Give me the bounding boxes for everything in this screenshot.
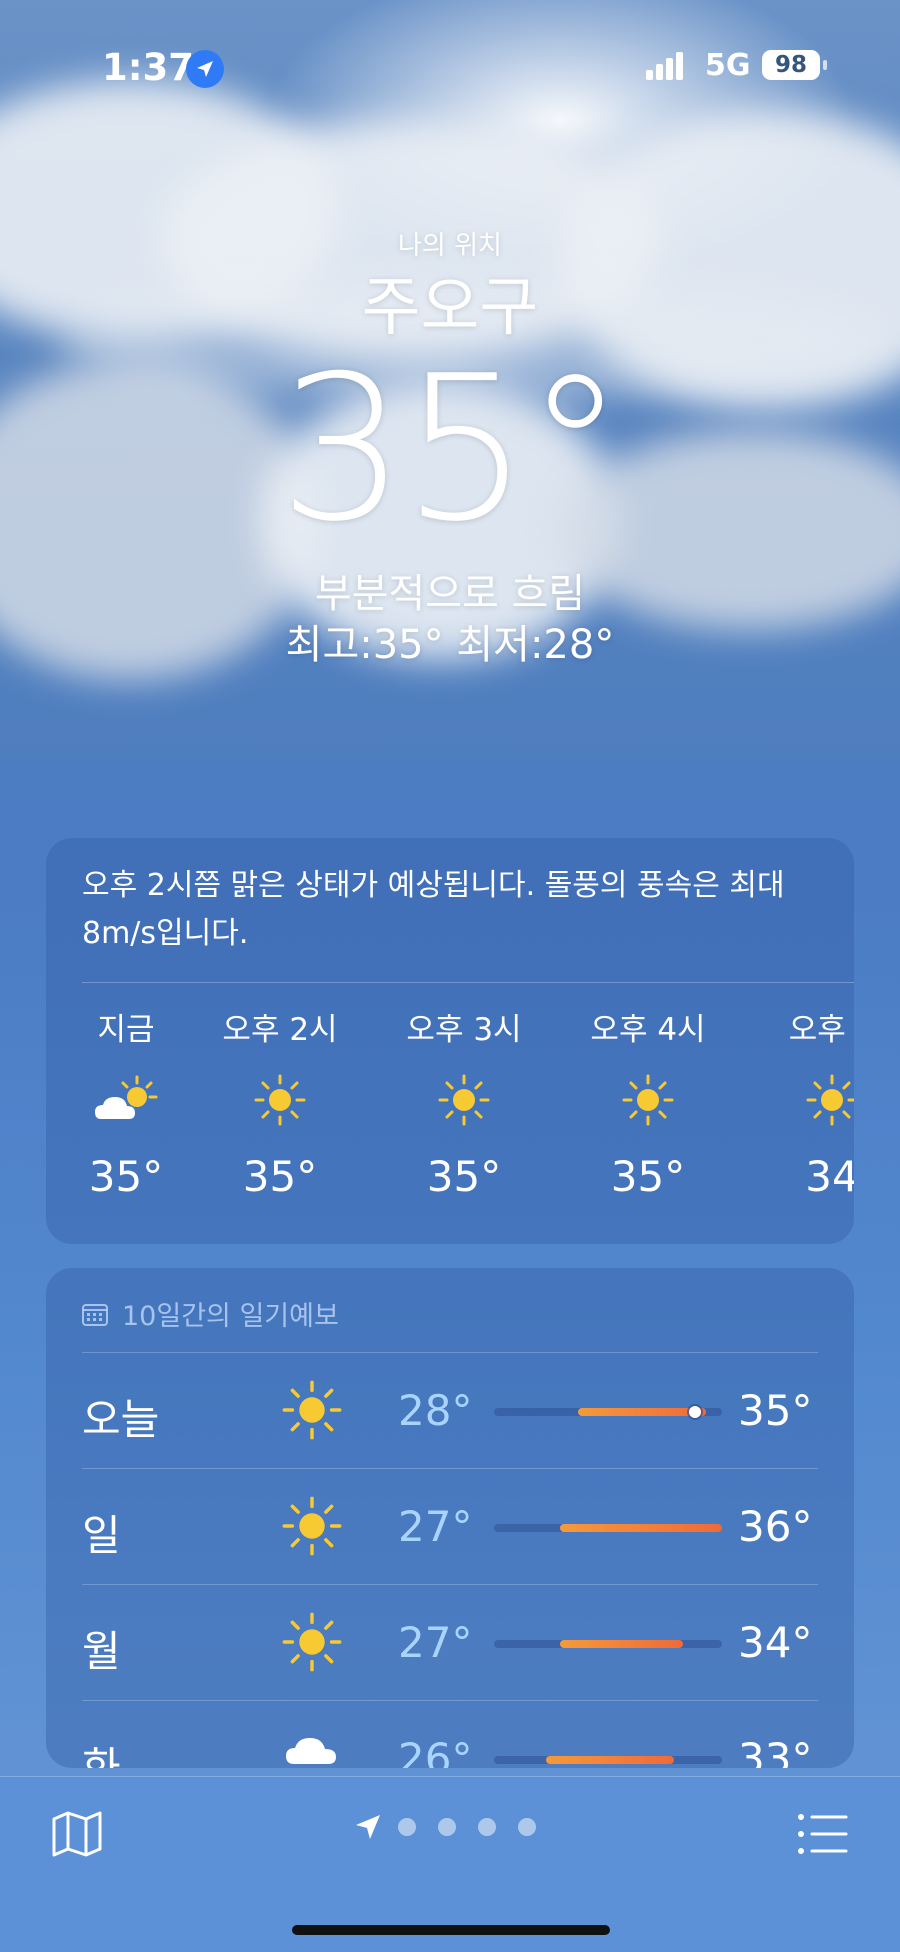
low-temp: 26° xyxy=(398,1734,473,1768)
hour-label: 오후 3시 xyxy=(406,1012,522,1048)
temp-range-bar xyxy=(494,1406,722,1418)
hour-temp: 35° xyxy=(242,1152,318,1201)
forecast-header: 10일간의 일기예보 xyxy=(82,1294,339,1333)
day-label: 오늘 xyxy=(82,1395,160,1444)
ten-day-forecast-card[interactable]: 10일간의 일기예보 오늘 28° 35° 일 27° 36° 월 27° 34… xyxy=(46,1268,854,1768)
temp-range-bar xyxy=(494,1756,722,1764)
bottom-toolbar xyxy=(0,1776,900,1952)
hour-label: 오후 2시 xyxy=(222,1012,338,1048)
sun-icon xyxy=(282,1496,342,1556)
forecast-row[interactable]: 오늘 28° 35° xyxy=(82,1352,818,1468)
hour-temp: 34 xyxy=(805,1152,854,1201)
hour-item[interactable]: 오후 5 34 xyxy=(752,1012,854,1201)
hour-temp: 35° xyxy=(88,1152,164,1201)
list-icon[interactable] xyxy=(796,1809,850,1859)
home-indicator xyxy=(292,1925,610,1935)
sun-icon xyxy=(384,1070,544,1130)
high-low-text: 최고:35° 최저:28° xyxy=(285,622,615,668)
status-bar: 1:37 5G 98 xyxy=(0,46,900,89)
day-label: 일 xyxy=(82,1511,121,1560)
weather-header: 나의 위치 주오구 35° 부분적으로 흐림 최고:35° 최저:28° xyxy=(0,228,900,670)
current-temp-dot xyxy=(688,1406,701,1418)
page-dot[interactable] xyxy=(518,1818,536,1836)
sun-icon xyxy=(752,1070,854,1130)
day-label: 월 xyxy=(82,1627,121,1676)
status-time: 1:37 xyxy=(102,46,195,89)
hour-item[interactable]: 오후 2시 35° xyxy=(200,1012,360,1201)
forecast-row[interactable]: 일 27° 36° xyxy=(82,1468,818,1584)
low-temp: 27° xyxy=(398,1618,473,1667)
hour-item[interactable]: 오후 3시 35° xyxy=(384,1012,544,1201)
hour-label: 오후 5 xyxy=(788,1012,854,1048)
current-temperature: 35° xyxy=(278,333,626,566)
partly-cloudy-icon xyxy=(46,1070,206,1130)
sun-icon xyxy=(200,1070,360,1130)
hour-item[interactable]: 지금 35° xyxy=(46,1012,206,1201)
sun-icon xyxy=(282,1612,342,1672)
rain-cloud-icon xyxy=(286,1738,336,1764)
hourly-forecast-card[interactable]: 오후 2시쯤 맑은 상태가 예상됩니다. 돌풍의 풍속은 최대 8m/s입니다.… xyxy=(46,838,854,1244)
page-dot[interactable] xyxy=(438,1818,456,1836)
condition-text: 부분적으로 흐림 xyxy=(314,571,586,617)
page-dot[interactable] xyxy=(398,1818,416,1836)
temp-range-bar xyxy=(494,1640,722,1648)
high-temp: 35° xyxy=(738,1386,813,1435)
day-label: 화 xyxy=(82,1743,121,1768)
map-icon[interactable] xyxy=(50,1807,104,1861)
location-arrow-icon xyxy=(356,1815,380,1839)
page-dot[interactable] xyxy=(478,1818,496,1836)
low-temp: 28° xyxy=(398,1386,473,1435)
hour-item[interactable]: 오후 4시 35° xyxy=(568,1012,728,1201)
high-temp: 36° xyxy=(738,1502,813,1551)
low-temp: 27° xyxy=(398,1502,473,1551)
network-type: 5G xyxy=(705,48,751,83)
hour-temp: 35° xyxy=(610,1152,686,1201)
hourly-summary: 오후 2시쯤 맑은 상태가 예상됩니다. 돌풍의 풍속은 최대 8m/s입니다. xyxy=(82,868,785,951)
hour-label: 지금 xyxy=(97,1012,155,1048)
location-arrow-icon xyxy=(186,50,224,88)
my-location-label: 나의 위치 xyxy=(398,231,502,261)
hour-label: 오후 4시 xyxy=(590,1012,706,1048)
sun-icon xyxy=(568,1070,728,1130)
calendar-icon xyxy=(82,1303,108,1326)
forecast-title: 10일간의 일기예보 xyxy=(122,1301,339,1332)
sun-icon xyxy=(282,1380,342,1440)
high-temp: 34° xyxy=(738,1618,813,1667)
page-indicator[interactable] xyxy=(354,1813,558,1841)
temp-range-bar xyxy=(494,1524,722,1532)
forecast-row[interactable]: 월 27° 34° xyxy=(82,1584,818,1700)
forecast-row[interactable]: 화 26° 33° xyxy=(82,1700,818,1768)
battery-icon: 98 xyxy=(762,50,820,80)
high-temp: 33° xyxy=(738,1734,813,1768)
hour-temp: 35° xyxy=(426,1152,502,1201)
signal-icon xyxy=(646,52,683,80)
